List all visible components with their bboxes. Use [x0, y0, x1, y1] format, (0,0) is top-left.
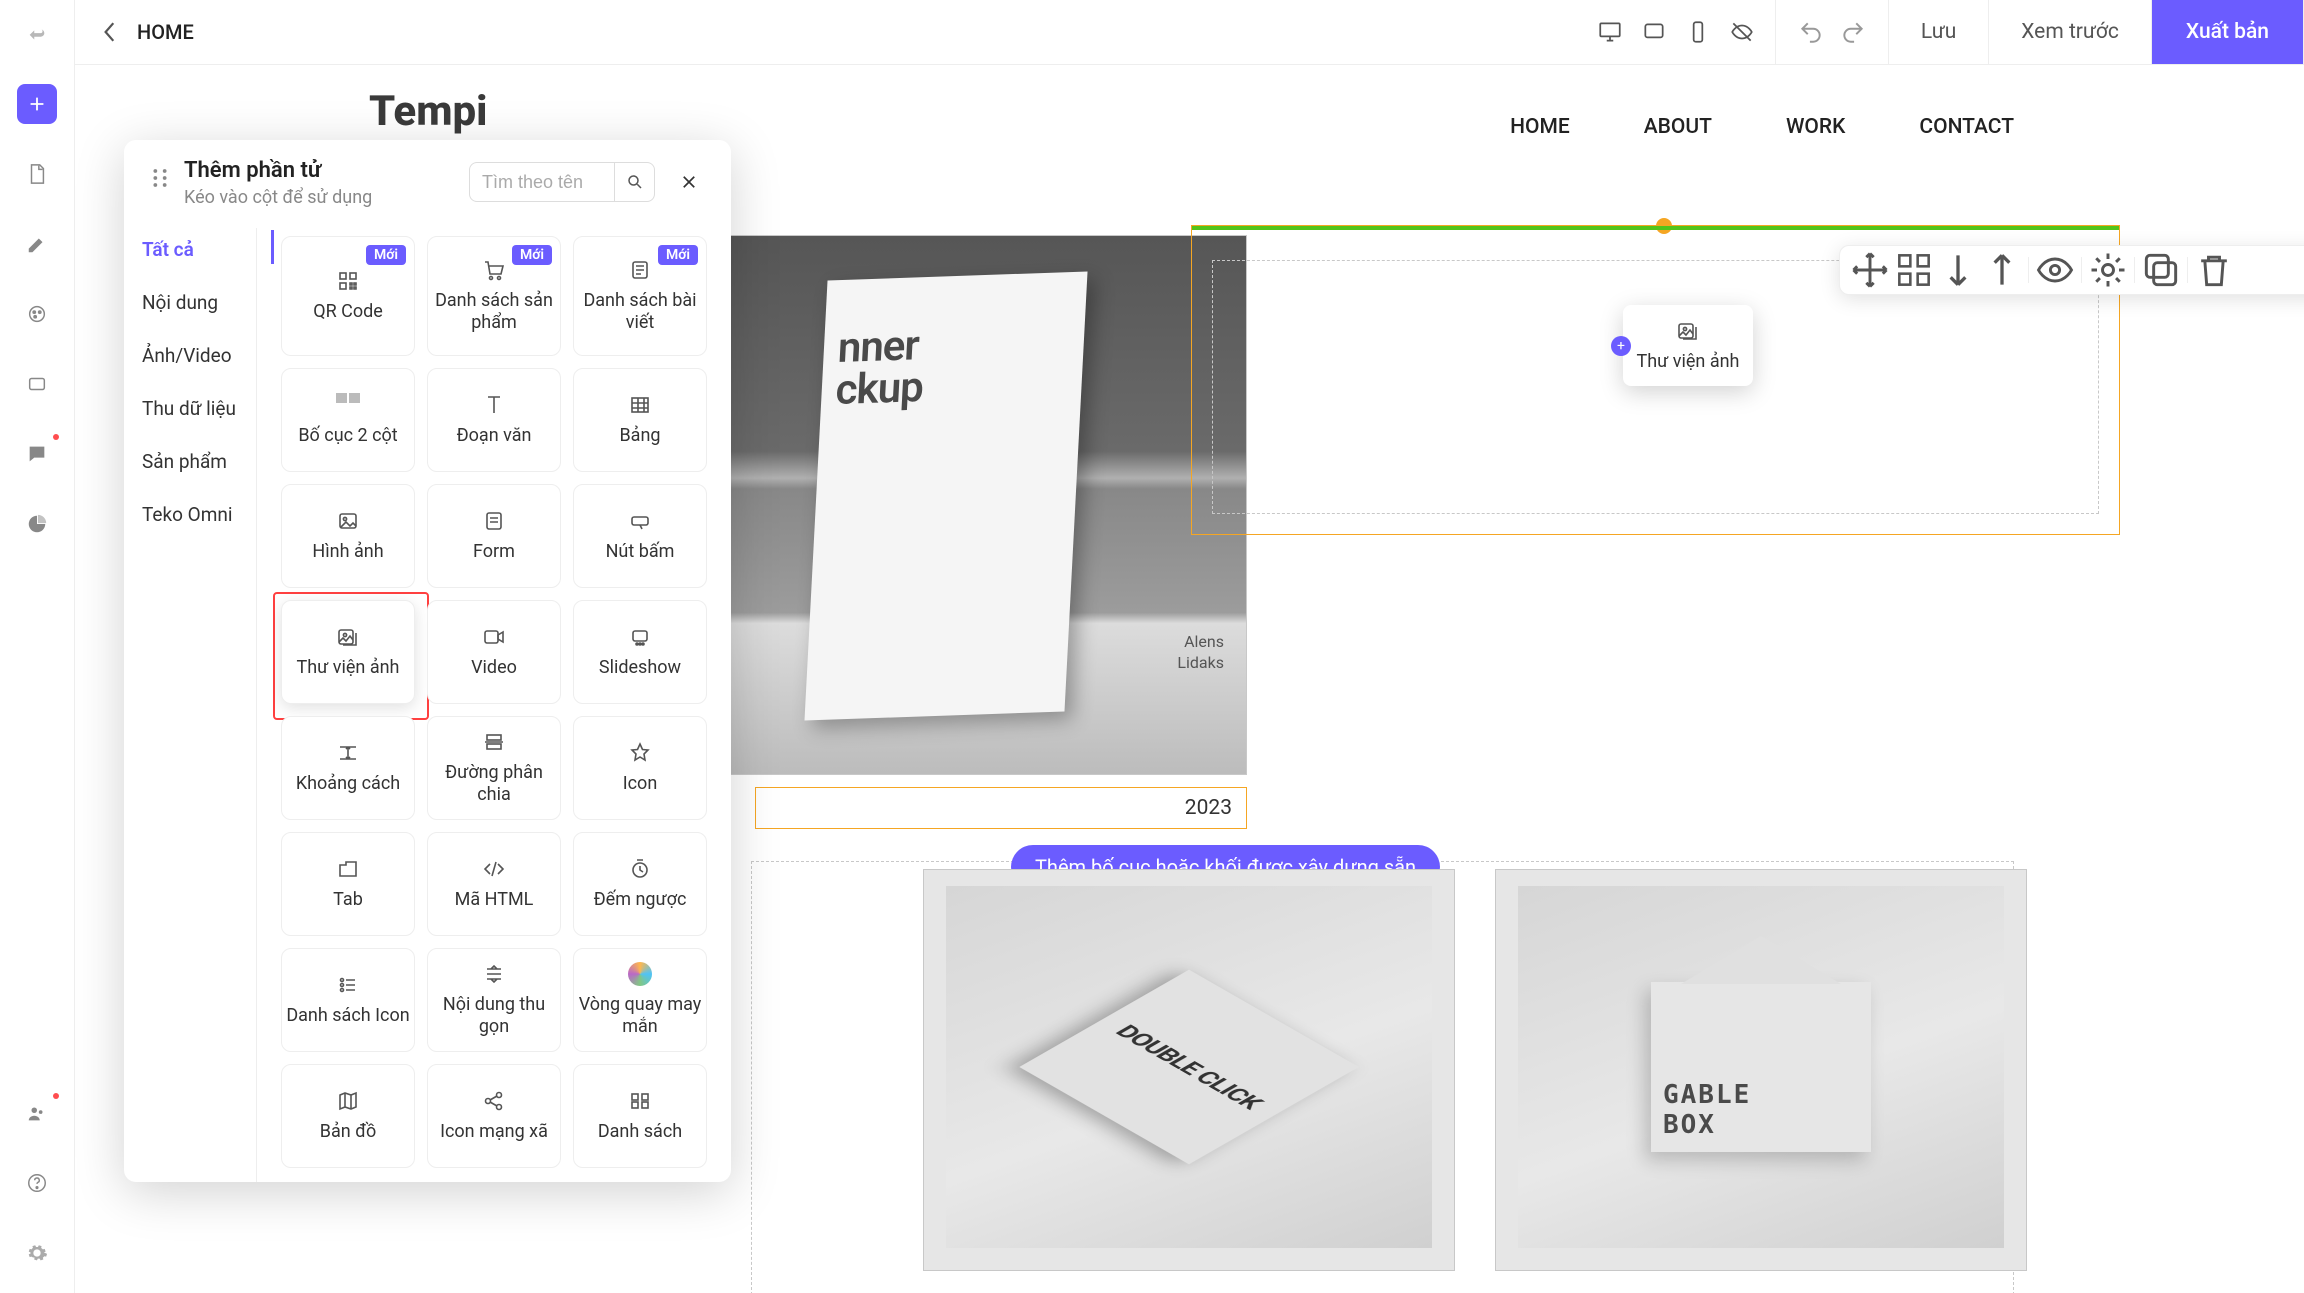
cat-data[interactable]: Thu dữ liệu: [142, 397, 256, 420]
elements-panel: Thêm phần tử Kéo vào cột để sử dụng Tất …: [124, 140, 731, 1182]
nav-item[interactable]: CONTACT: [1919, 115, 2014, 139]
tile-product-list[interactable]: MớiDanh sách sản phẩm: [427, 236, 561, 356]
back-icon[interactable]: [95, 17, 125, 47]
tile-list[interactable]: Danh sách: [573, 1064, 707, 1168]
layout-icon: [336, 393, 360, 417]
tile-slideshow[interactable]: Slideshow: [573, 600, 707, 704]
cat-content[interactable]: Nội dung: [142, 291, 256, 314]
close-icon[interactable]: [669, 162, 709, 202]
nav-item[interactable]: WORK: [1786, 115, 1845, 139]
new-badge: Mới: [658, 245, 698, 265]
move-icon[interactable]: [1848, 248, 1892, 292]
search-input[interactable]: [469, 162, 615, 202]
tile-icon[interactable]: Icon: [573, 716, 707, 820]
grid-icon[interactable]: [1892, 248, 1936, 292]
left-rail: [0, 0, 75, 1293]
rail-add-icon[interactable]: [17, 84, 57, 124]
arrow-down-icon[interactable]: [1936, 248, 1980, 292]
nav-item[interactable]: ABOUT: [1644, 115, 1712, 139]
tile-image[interactable]: Hình ảnh: [281, 484, 415, 588]
drag-preview: + Thư viện ảnh: [1623, 305, 1753, 386]
tile-map[interactable]: Bản đồ: [281, 1064, 415, 1168]
gallery-icon: [1676, 319, 1700, 343]
wheel-icon: [628, 962, 652, 986]
tablet-icon[interactable]: [1641, 19, 1667, 45]
banner-txt: ckup: [834, 363, 924, 415]
copy-icon[interactable]: [2139, 248, 2183, 292]
eye-icon[interactable]: [2033, 248, 2077, 292]
tiles-grid: MớiQR Code MớiDanh sách sản phẩm MớiDanh…: [273, 228, 731, 1182]
site-logo: Tempi: [369, 87, 487, 136]
rail-chat-icon[interactable]: [17, 434, 57, 474]
search-icon[interactable]: [615, 162, 655, 202]
tile-social[interactable]: Icon mạng xã: [427, 1064, 561, 1168]
rail-settings-icon[interactable]: [17, 1233, 57, 1273]
trash-icon[interactable]: [2192, 248, 2236, 292]
panel-subtitle: Kéo vào cột để sử dụng: [184, 187, 469, 208]
tile-table[interactable]: Bảng: [573, 368, 707, 472]
rail-help-icon[interactable]: [17, 1163, 57, 1203]
drag-handle-icon[interactable]: [146, 164, 174, 192]
preview-button[interactable]: Xem trước: [1989, 0, 2152, 64]
rail-pencil-icon[interactable]: [17, 224, 57, 264]
top-bar: HOME Lưu Xem trước Xuất bản: [75, 0, 2304, 65]
rail-pages-icon[interactable]: [17, 154, 57, 194]
tile-wheel[interactable]: Vòng quay may mắn: [573, 948, 707, 1052]
cat-all[interactable]: Tất cả: [142, 238, 256, 261]
desktop-icon[interactable]: [1597, 19, 1623, 45]
eyeoff-icon[interactable]: [1729, 19, 1755, 45]
tile-gallery[interactable]: Thư viện ảnh: [281, 600, 415, 704]
gear-icon[interactable]: [2086, 248, 2130, 292]
tile-html[interactable]: Mã HTML: [427, 832, 561, 936]
tile-paragraph[interactable]: Đoạn văn: [427, 368, 561, 472]
plus-icon: +: [1611, 336, 1631, 356]
tile-2col[interactable]: Bố cục 2 cột: [281, 368, 415, 472]
rail-people-icon[interactable]: [17, 1093, 57, 1133]
rail-pie-icon[interactable]: [17, 504, 57, 544]
box3d-label: DOUBLE CLICK: [1019, 970, 1358, 1165]
banner-credit: Alens: [1184, 632, 1224, 651]
product-card-1[interactable]: DOUBLE CLICK: [923, 869, 1455, 1271]
tile-iconlist[interactable]: Danh sách Icon: [281, 948, 415, 1052]
rail-logo-icon[interactable]: [17, 14, 57, 54]
page-title: HOME: [137, 20, 194, 44]
mobile-icon[interactable]: [1685, 19, 1711, 45]
tile-collapse[interactable]: Nội dung thu gọn: [427, 948, 561, 1052]
rail-popup-icon[interactable]: [17, 364, 57, 404]
banner-card[interactable]: nnerckup AlensLidaks: [725, 235, 1247, 775]
tile-post-list[interactable]: MớiDanh sách bài viết: [573, 236, 707, 356]
tile-divider[interactable]: Đường phân chia: [427, 716, 561, 820]
tile-video[interactable]: Video: [427, 600, 561, 704]
redo-icon[interactable]: [1840, 19, 1866, 45]
cat-media[interactable]: Ảnh/Video: [142, 344, 256, 367]
publish-button[interactable]: Xuất bản: [2152, 0, 2304, 64]
arrow-up-icon[interactable]: [1980, 248, 2024, 292]
site-nav: HOME ABOUT WORK CONTACT: [1510, 115, 2014, 139]
tile-countdown[interactable]: Đếm ngược: [573, 832, 707, 936]
tile-qrcode[interactable]: MớiQR Code: [281, 236, 415, 356]
cat-product[interactable]: Sản phẩm: [142, 450, 256, 473]
cat-teko[interactable]: Teko Omni: [142, 503, 256, 526]
tile-spacing[interactable]: Khoảng cách: [281, 716, 415, 820]
nav-item[interactable]: HOME: [1510, 115, 1570, 139]
banner-credit: Lidaks: [1177, 653, 1224, 672]
category-list: Tất cả Nội dung Ảnh/Video Thu dữ liệu Sả…: [124, 228, 256, 1182]
gable-line2: BOX: [1663, 1110, 1859, 1140]
year-bar[interactable]: 2023: [755, 787, 1247, 829]
rail-palette-icon[interactable]: [17, 294, 57, 334]
new-badge: Mới: [366, 245, 406, 265]
insert-line: [1192, 226, 2119, 230]
gable-line1: GABLE: [1663, 1080, 1859, 1110]
panel-title: Thêm phần tử: [184, 158, 469, 183]
product-card-2[interactable]: GABLE BOX: [1495, 869, 2027, 1271]
tile-button[interactable]: Nút bấm: [573, 484, 707, 588]
save-button[interactable]: Lưu: [1889, 0, 1989, 64]
context-toolbar: [1839, 245, 2304, 295]
tile-tab[interactable]: Tab: [281, 832, 415, 936]
drag-label: Thư viện ảnh: [1637, 351, 1740, 372]
tile-form[interactable]: Form: [427, 484, 561, 588]
undo-icon[interactable]: [1798, 19, 1824, 45]
new-badge: Mới: [512, 245, 552, 265]
